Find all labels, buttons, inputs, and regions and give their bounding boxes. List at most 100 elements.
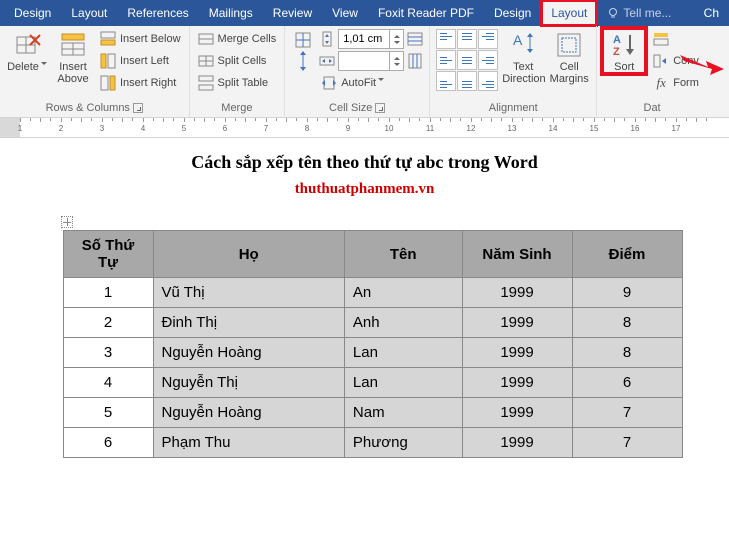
cell-ho[interactable]: Vũ Thị (153, 278, 344, 308)
delete-button[interactable]: Delete (6, 29, 48, 73)
col-width-field[interactable] (339, 55, 389, 67)
tab-design[interactable]: Design (484, 0, 541, 26)
cell-nam[interactable]: 1999 (462, 338, 572, 368)
insert-left-button[interactable]: Insert Left (98, 51, 183, 71)
insert-below-button[interactable]: Insert Below (98, 29, 183, 49)
cell-stt[interactable]: 3 (63, 338, 153, 368)
cell-stt[interactable]: 6 (63, 428, 153, 458)
cell-diem[interactable]: 7 (572, 398, 682, 428)
align-cell[interactable] (457, 71, 477, 91)
table-header[interactable]: Tên (344, 231, 462, 278)
cell-stt[interactable]: 2 (63, 308, 153, 338)
cell-diem[interactable]: 9 (572, 278, 682, 308)
split-cells-button[interactable]: Split Cells (196, 51, 279, 71)
cell-ho[interactable]: Phạm Thu (153, 428, 344, 458)
tab-review[interactable]: Review (263, 0, 322, 26)
cell-ho[interactable]: Đinh Thị (153, 308, 344, 338)
table-row[interactable]: 3Nguyễn HoàngLan19998 (63, 338, 682, 368)
insert-right-button[interactable]: Insert Right (98, 73, 183, 93)
align-cell[interactable] (478, 50, 498, 70)
align-cell[interactable] (457, 50, 477, 70)
tab-design[interactable]: Design (4, 0, 61, 26)
tab-layout[interactable]: Layout (61, 0, 117, 26)
tab-mailings[interactable]: Mailings (199, 0, 263, 26)
repeat-header-button[interactable] (651, 29, 701, 49)
cell-ten[interactable]: Phương (344, 428, 462, 458)
text-direction-button[interactable]: A Text Direction (502, 29, 544, 85)
cell-diem[interactable]: 7 (572, 428, 682, 458)
tab-layout[interactable]: Layout (541, 0, 597, 26)
table-row[interactable]: 5Nguyễn HoàngNam19997 (63, 398, 682, 428)
table-row[interactable]: 6Phạm ThuPhương19997 (63, 428, 682, 458)
group-data: AZ Sort Conv fxForm Dat (597, 26, 707, 117)
cell-nam[interactable]: 1999 (462, 278, 572, 308)
align-cell[interactable] (478, 71, 498, 91)
table-header[interactable]: Điểm (572, 231, 682, 278)
sort-label: Sort (603, 61, 645, 73)
cell-diem[interactable]: 6 (572, 368, 682, 398)
align-cell[interactable] (436, 29, 456, 49)
spin-down[interactable] (390, 61, 403, 70)
cell-stt[interactable]: 4 (63, 368, 153, 398)
cell-margins-button[interactable]: Cell Margins (548, 29, 590, 85)
col-width-icon (319, 53, 335, 69)
ruler-tick: 8 (305, 124, 309, 133)
tab-extra[interactable]: Ch (694, 0, 729, 26)
cell-stt[interactable]: 5 (63, 398, 153, 428)
cell-ho[interactable]: Nguyễn Hoàng (153, 338, 344, 368)
spin-down[interactable] (390, 39, 403, 48)
cell-diem[interactable]: 8 (572, 308, 682, 338)
cell-stt[interactable]: 1 (63, 278, 153, 308)
split-table-button[interactable]: Split Table (196, 73, 279, 93)
cell-nam[interactable]: 1999 (462, 428, 572, 458)
table-header[interactable]: Năm Sinh (462, 231, 572, 278)
sort-button[interactable]: AZ Sort (603, 29, 645, 73)
convert-button[interactable]: Conv (651, 51, 701, 71)
insert-above-button[interactable]: Insert Above (52, 29, 94, 85)
table-row[interactable]: 1Vũ ThịAn19999 (63, 278, 682, 308)
ruler-tick: 3 (100, 124, 104, 133)
dialog-launcher-icon[interactable] (133, 103, 143, 113)
align-cell[interactable] (478, 29, 498, 49)
table-move-handle-icon[interactable] (61, 216, 73, 228)
table-header[interactable]: Số Thứ Tự (63, 231, 153, 278)
tab-foxit-reader-pdf[interactable]: Foxit Reader PDF (368, 0, 484, 26)
cell-nam[interactable]: 1999 (462, 308, 572, 338)
cell-nam[interactable]: 1999 (462, 368, 572, 398)
distribute-button[interactable] (291, 29, 315, 77)
spin-up[interactable] (390, 52, 403, 61)
row-height-icon (319, 31, 335, 47)
cell-ten[interactable]: Lan (344, 368, 462, 398)
tab-references[interactable]: References (117, 0, 198, 26)
tell-me[interactable]: Tell me... (597, 0, 681, 26)
distribute-cols-icon[interactable] (407, 53, 423, 69)
dialog-launcher-icon[interactable] (375, 103, 385, 113)
col-width-input[interactable] (338, 51, 404, 71)
cell-nam[interactable]: 1999 (462, 398, 572, 428)
cell-ten[interactable]: An (344, 278, 462, 308)
cell-ten[interactable]: Anh (344, 308, 462, 338)
table-row[interactable]: 2Đinh ThịAnh19998 (63, 308, 682, 338)
spin-up[interactable] (390, 30, 403, 39)
align-cell[interactable] (436, 71, 456, 91)
formula-button[interactable]: fxForm (651, 73, 701, 93)
row-height-field[interactable] (339, 33, 389, 45)
autofit-button[interactable]: AutoFit (319, 73, 423, 93)
cell-ho[interactable]: Nguyễn Thị (153, 368, 344, 398)
cell-diem[interactable]: 8 (572, 338, 682, 368)
insert-left-icon (100, 53, 116, 69)
tab-view[interactable]: View (322, 0, 368, 26)
doc-table[interactable]: Số Thứ TựHọTênNăm SinhĐiểm 1Vũ ThịAn1999… (63, 230, 683, 458)
cell-ho[interactable]: Nguyễn Hoàng (153, 398, 344, 428)
merge-cells-button[interactable]: Merge Cells (196, 29, 279, 49)
align-cell[interactable] (457, 29, 477, 49)
row-height-input[interactable] (338, 29, 404, 49)
cell-ten[interactable]: Nam (344, 398, 462, 428)
align-cell[interactable] (436, 50, 456, 70)
distribute-rows-icon[interactable] (407, 31, 423, 47)
document-canvas: Cách sắp xếp tên theo thứ tự abc trong W… (0, 138, 729, 552)
cell-ten[interactable]: Lan (344, 338, 462, 368)
horizontal-ruler[interactable]: 1234567891011121314151617 (0, 118, 729, 138)
table-row[interactable]: 4Nguyễn ThịLan19996 (63, 368, 682, 398)
table-header[interactable]: Họ (153, 231, 344, 278)
